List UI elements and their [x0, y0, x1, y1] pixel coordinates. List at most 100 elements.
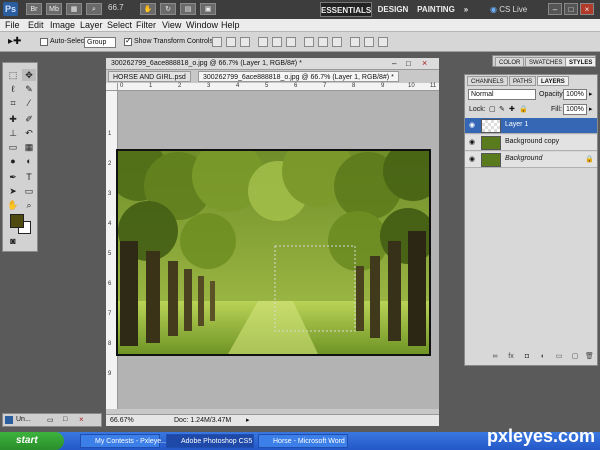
- mini-maximize-icon[interactable]: □: [63, 416, 67, 423]
- fill-input[interactable]: 100%: [563, 104, 587, 115]
- menu-file[interactable]: File: [5, 20, 20, 30]
- move-tool-preset-icon[interactable]: ▸✚: [8, 36, 21, 47]
- shape-tool-icon[interactable]: ▭: [22, 185, 36, 197]
- eyedropper-tool-icon[interactable]: ⁄: [22, 97, 36, 109]
- doc-size-status[interactable]: Doc: 1.24M/3.47M: [174, 415, 231, 427]
- new-layer-icon[interactable]: ▢: [571, 353, 579, 361]
- show-transform-checkbox[interactable]: ✓: [124, 36, 132, 46]
- distribute-top-icon[interactable]: [304, 37, 314, 47]
- doc-minimize-icon[interactable]: –: [392, 59, 396, 68]
- history-brush-icon[interactable]: ↶: [22, 127, 36, 139]
- blend-mode-dropdown[interactable]: Normal: [468, 89, 536, 100]
- visibility-eye-icon[interactable]: ◉: [468, 156, 476, 163]
- layer-row[interactable]: ◉ Background copy: [465, 135, 597, 151]
- quick-select-tool-icon[interactable]: ✎: [22, 83, 36, 95]
- brush-tool-icon[interactable]: ✐: [22, 113, 36, 125]
- rotate-view-icon[interactable]: ↻: [160, 3, 176, 15]
- workspace-essentials[interactable]: ESSENTIALS: [320, 2, 372, 17]
- marquee-tool-icon[interactable]: ⬚: [6, 69, 20, 81]
- tab-horse-and-girl[interactable]: HORSE AND GIRL.psd: [108, 71, 191, 82]
- taskbar-item-word[interactable]: Horse - Microsoft Word: [258, 434, 348, 448]
- zoom-tool-icon[interactable]: ⌕: [22, 199, 36, 211]
- tab-color[interactable]: COLOR: [495, 57, 525, 67]
- maximize-window-button[interactable]: □: [564, 3, 578, 15]
- tab-current-document[interactable]: 300262799_6ace888818_o.jpg @ 66.7% (Laye…: [198, 71, 399, 82]
- hand-tool-icon[interactable]: ✋: [6, 199, 20, 211]
- hand-tool-icon[interactable]: ✋: [140, 3, 156, 15]
- visibility-eye-icon[interactable]: ◉: [468, 122, 476, 129]
- opacity-arrow-icon[interactable]: ▸: [589, 90, 593, 98]
- blur-tool-icon[interactable]: ●: [6, 155, 20, 167]
- align-horizontal-center-icon[interactable]: [272, 37, 282, 47]
- layer-row[interactable]: ◉ Layer 1: [465, 118, 597, 134]
- start-button[interactable]: start: [0, 432, 64, 450]
- taskbar-item-photoshop[interactable]: Adobe Photoshop CS5: [166, 434, 254, 448]
- auto-select-checkbox[interactable]: [40, 38, 48, 46]
- doc-maximize-icon[interactable]: □: [406, 59, 411, 68]
- fill-arrow-icon[interactable]: ▸: [589, 105, 593, 113]
- menu-view[interactable]: View: [162, 20, 181, 30]
- document-title-bar[interactable]: 300262799_6ace888818_o.jpg @ 66.7% (Laye…: [106, 58, 439, 70]
- distribute-hcenter-icon[interactable]: [364, 37, 374, 47]
- menu-image[interactable]: Image: [50, 20, 75, 30]
- doc-close-icon[interactable]: ×: [422, 58, 427, 68]
- tab-layers[interactable]: LAYERS: [537, 76, 569, 86]
- menu-select[interactable]: Select: [107, 20, 132, 30]
- zoom-level[interactable]: 66.7: [108, 3, 124, 12]
- mini-restore-icon[interactable]: ▭: [47, 416, 54, 424]
- delete-layer-icon[interactable]: 🗑: [585, 353, 594, 361]
- menu-edit[interactable]: Edit: [28, 20, 44, 30]
- view-extras-icon[interactable]: ▦: [66, 3, 82, 15]
- auto-select-dropdown[interactable]: Group: [84, 37, 116, 48]
- path-select-icon[interactable]: ➤: [6, 185, 20, 197]
- link-layers-icon[interactable]: ∞: [491, 353, 499, 361]
- arrange-documents-icon[interactable]: ▤: [180, 3, 196, 15]
- menu-layer[interactable]: Layer: [80, 20, 103, 30]
- opacity-input[interactable]: 100%: [563, 89, 587, 100]
- lock-transparency-icon[interactable]: ▢: [489, 105, 496, 113]
- horizontal-ruler[interactable]: 0 1 2 3 4 5 6 7 8 9 10 11: [118, 83, 439, 91]
- lock-position-icon[interactable]: ✚: [509, 105, 515, 113]
- distribute-right-icon[interactable]: [378, 37, 388, 47]
- visibility-eye-icon[interactable]: ◉: [468, 139, 476, 146]
- gradient-tool-icon[interactable]: ▦: [22, 141, 36, 153]
- zoom-tool-icon[interactable]: ⌕: [86, 3, 102, 15]
- taskbar-item-pxleyes[interactable]: My Contests - Pxleye...: [80, 434, 167, 448]
- menu-window[interactable]: Window: [186, 20, 218, 30]
- workspace-painting[interactable]: PAINTING: [416, 2, 456, 17]
- cs-live-button[interactable]: ◉ CS Live: [490, 2, 527, 17]
- foreground-color-swatch[interactable]: [10, 214, 24, 228]
- tab-swatches[interactable]: SWATCHES: [525, 57, 567, 67]
- tab-styles[interactable]: STYLES: [565, 57, 597, 67]
- menu-help[interactable]: Help: [221, 20, 240, 30]
- status-menu-arrow-icon[interactable]: ▸: [246, 415, 250, 427]
- bridge-icon[interactable]: Br: [26, 3, 42, 15]
- healing-brush-icon[interactable]: ✚: [6, 113, 20, 125]
- align-vertical-center-icon[interactable]: [226, 37, 236, 47]
- lock-all-icon[interactable]: 🔒: [519, 105, 528, 113]
- ruler-origin[interactable]: [106, 83, 118, 91]
- workspace-design[interactable]: DESIGN: [376, 2, 410, 17]
- menu-filter[interactable]: Filter: [136, 20, 156, 30]
- crop-tool-icon[interactable]: ⌗: [6, 97, 20, 109]
- close-window-button[interactable]: ×: [580, 3, 594, 15]
- eraser-tool-icon[interactable]: ▭: [6, 141, 20, 153]
- add-mask-icon[interactable]: ◘: [523, 353, 531, 361]
- layer-style-icon[interactable]: fx: [507, 353, 515, 361]
- distribute-bottom-icon[interactable]: [332, 37, 342, 47]
- lock-pixels-icon[interactable]: ✎: [499, 105, 505, 113]
- tab-paths[interactable]: PATHS: [509, 76, 537, 86]
- align-left-icon[interactable]: [258, 37, 268, 47]
- minimized-panel[interactable]: Un... ▭ □ ×: [2, 413, 102, 427]
- align-right-icon[interactable]: [286, 37, 296, 47]
- more-workspaces-button[interactable]: »: [460, 2, 472, 17]
- dodge-tool-icon[interactable]: ◐: [22, 155, 36, 167]
- align-top-icon[interactable]: [212, 37, 222, 47]
- tab-channels[interactable]: CHANNELS: [467, 76, 508, 86]
- mini-bridge-icon[interactable]: Mb: [46, 3, 62, 15]
- screen-mode-icon[interactable]: ▣: [200, 3, 216, 15]
- clone-stamp-icon[interactable]: ⊥: [6, 127, 20, 139]
- move-tool-icon[interactable]: ✥: [22, 69, 36, 81]
- mini-close-icon[interactable]: ×: [79, 415, 84, 424]
- quick-mask-icon[interactable]: ◙: [6, 235, 20, 247]
